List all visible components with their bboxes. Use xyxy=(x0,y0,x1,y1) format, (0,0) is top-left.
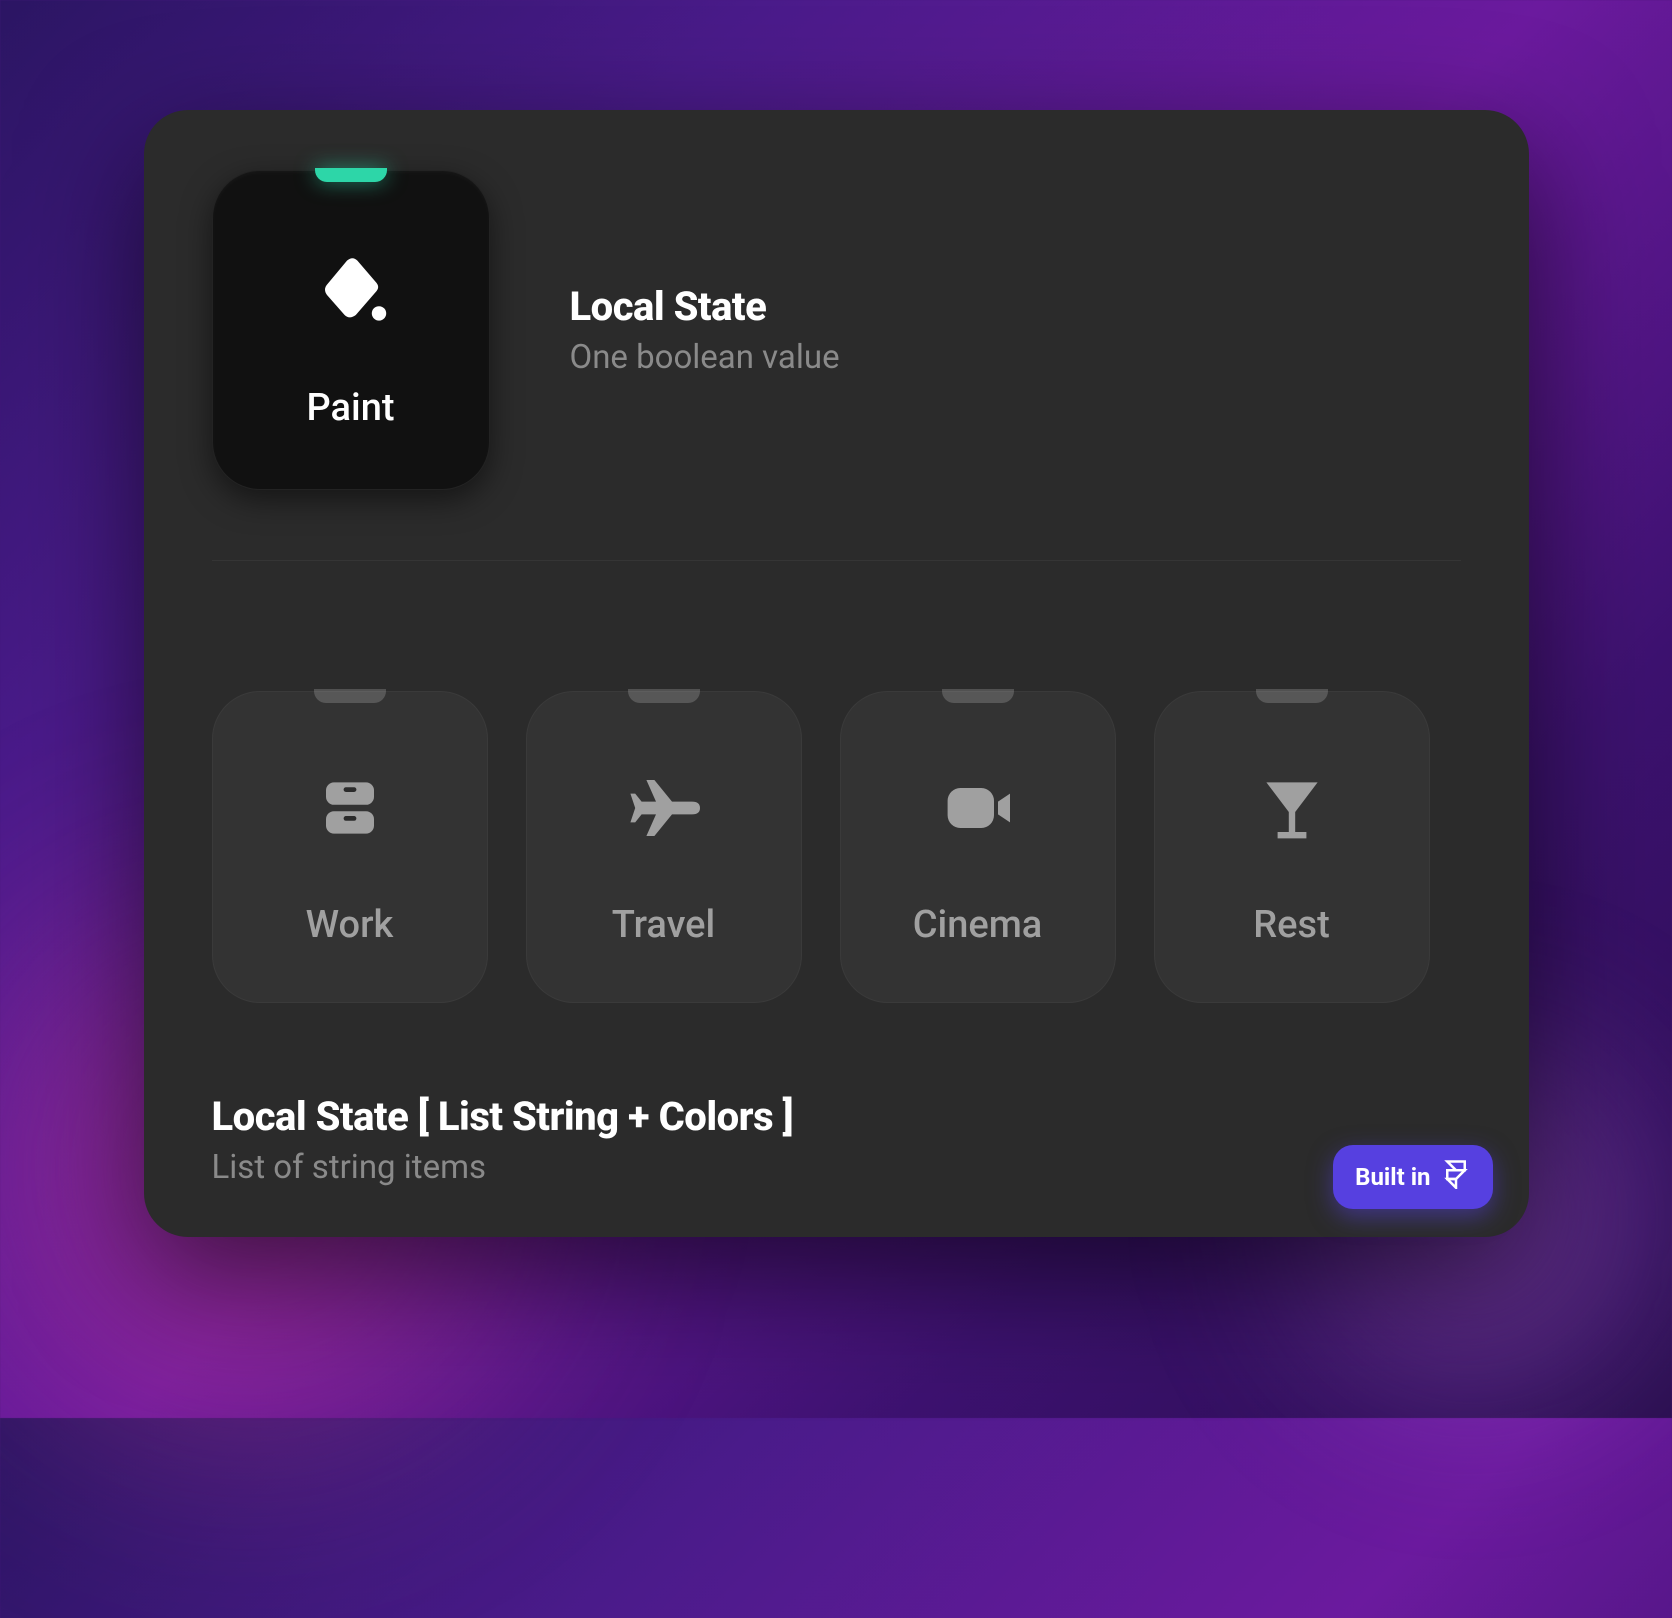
section-2-title: Local State [ List String + Colors ] xyxy=(212,1093,1461,1140)
tile-label: Paint xyxy=(306,386,394,430)
paint-bucket-icon xyxy=(311,251,391,331)
plane-icon xyxy=(624,768,704,848)
section-local-state-list: Work Travel Cinem xyxy=(212,561,1461,1187)
tile-paint[interactable]: Paint xyxy=(212,170,490,490)
tile-travel[interactable]: Travel xyxy=(526,691,802,1003)
section-2-subtitle: List of string items xyxy=(212,1148,1461,1187)
tile-rest[interactable]: Rest xyxy=(1154,691,1430,1003)
tile-cinema[interactable]: Cinema xyxy=(840,691,1116,1003)
built-in-badge[interactable]: Built in xyxy=(1333,1145,1492,1209)
section-local-state-bool: Paint Local State One boolean value xyxy=(212,170,1461,561)
tile-work[interactable]: Work xyxy=(212,691,488,1003)
main-panel: Paint Local State One boolean value Work xyxy=(144,110,1529,1237)
video-camera-icon xyxy=(938,768,1018,848)
inactive-indicator xyxy=(628,689,700,703)
section-2-header: Local State [ List String + Colors ] Lis… xyxy=(212,1093,1461,1187)
framer-icon xyxy=(1441,1159,1471,1195)
badge-label: Built in xyxy=(1355,1163,1430,1191)
section-1-header: Local State One boolean value xyxy=(570,283,840,377)
section-1-title: Local State xyxy=(570,283,840,330)
tile-label: Work xyxy=(306,903,394,947)
archive-icon xyxy=(310,768,390,848)
tile-label: Travel xyxy=(612,903,715,947)
inactive-indicator xyxy=(942,689,1014,703)
active-indicator xyxy=(315,168,387,182)
tile-label: Rest xyxy=(1253,903,1329,947)
section-1-subtitle: One boolean value xyxy=(570,338,840,377)
tile-label: Cinema xyxy=(913,903,1043,947)
inactive-indicator xyxy=(1256,689,1328,703)
cocktail-icon xyxy=(1252,768,1332,848)
tile-row: Work Travel Cinem xyxy=(212,691,1461,1003)
inactive-indicator xyxy=(314,689,386,703)
